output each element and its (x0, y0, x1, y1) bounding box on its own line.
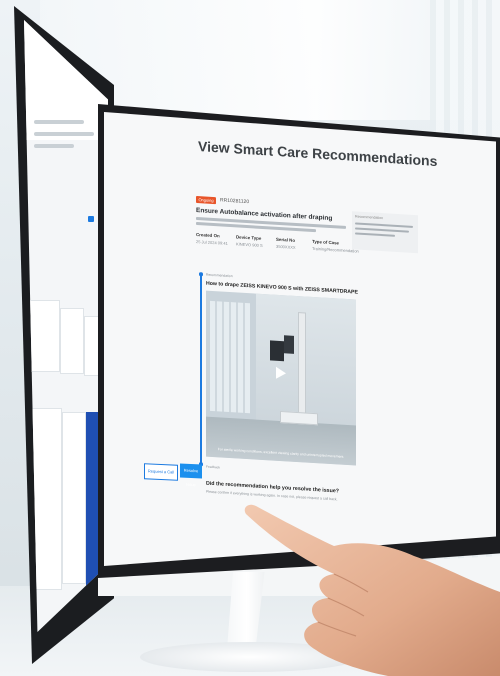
ticket-id: RR10281120 (220, 197, 250, 206)
left-screen-chip (88, 216, 94, 222)
left-screen-card (28, 300, 60, 372)
timeline-line (200, 274, 202, 475)
meta-label-case-type: Type of Case (312, 238, 340, 246)
microscope-monitor (284, 335, 294, 354)
meta-label-created: Created On (196, 232, 220, 239)
side-note-line (355, 232, 395, 237)
side-note-panel: Recommendation (352, 211, 418, 254)
meta-label-device: Device Type (236, 234, 262, 241)
recommendation-label: Recommendation (206, 272, 233, 279)
video-window (210, 300, 250, 414)
left-screen-text (34, 144, 74, 148)
left-screen-card (62, 412, 86, 584)
timeline-dot (199, 272, 203, 276)
meta-value-device: KINEVO 900 S (236, 241, 263, 248)
microscope-base (280, 410, 318, 426)
status-badge: Ongoing (196, 196, 216, 205)
feedback-label: Feedback (206, 464, 220, 470)
left-screen-card (60, 308, 84, 374)
left-screen-text (34, 132, 94, 136)
left-screen-text (34, 120, 84, 124)
page-title: View Smart Care Recommendations (198, 138, 438, 170)
left-monitor-screen (24, 20, 108, 632)
side-note-title: Recommendation (355, 214, 384, 221)
hand-shape (244, 504, 500, 676)
play-icon[interactable] (276, 366, 286, 380)
meta-label-serial: Serial No (276, 236, 296, 243)
side-note-line (355, 227, 409, 233)
pointing-hand (244, 504, 500, 676)
meta-value-serial: 3500XXXX (276, 243, 296, 250)
microscope-monitor (270, 340, 284, 362)
meta-value-created: 25 Jul 2024 09:41 (196, 239, 228, 246)
microscope-arm (298, 312, 306, 415)
main-monitor-screen: View Smart Care Recommendations Ongoing … (104, 112, 496, 566)
request-call-button[interactable]: Request a Call (144, 463, 178, 481)
issue-content: Ongoing RR10281120 Ensure Autobalance ac… (196, 196, 466, 542)
resolve-issue-button[interactable]: Resolve Issue (180, 463, 202, 487)
recommendation-video[interactable]: For sterile working conditions, excellen… (206, 290, 356, 466)
